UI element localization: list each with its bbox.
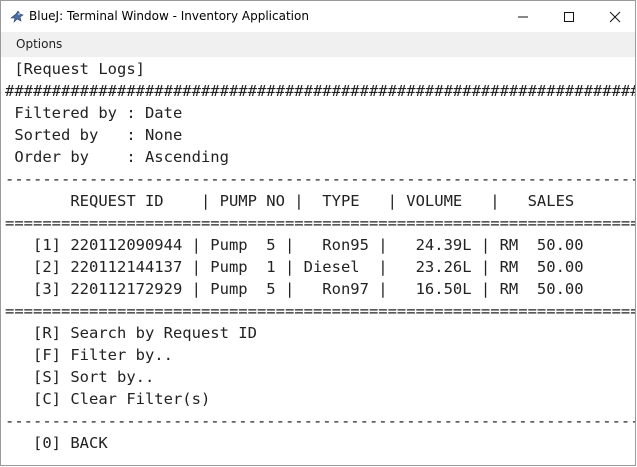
title-bar: BlueJ: Terminal Window - Inventory Appli… [1, 1, 635, 32]
menu-option-sort: [S] Sort by.. [5, 368, 155, 386]
menu-bar: Options [1, 32, 635, 57]
minimize-icon [518, 16, 528, 17]
close-button[interactable] [592, 1, 637, 32]
menu-option-clear: [C] Clear Filter(s) [5, 390, 211, 408]
table-row: [1] 220112090944 | Pump 5 | Ron95 | 24.3… [5, 236, 584, 254]
maximize-icon [564, 11, 574, 22]
window-title: BlueJ: Terminal Window - Inventory Appli… [29, 9, 309, 23]
terminal-window: BlueJ: Terminal Window - Inventory Appli… [0, 0, 636, 466]
request-logs-header: [Request Logs] [5, 60, 145, 78]
equals-separator: ========================================… [5, 302, 635, 320]
hash-separator: ########################################… [5, 82, 635, 100]
order-by-line: Order by : Ascending [5, 148, 229, 166]
menu-option-back: [0] BACK [5, 434, 108, 452]
table-row: [3] 220112172929 | Pump 5 | Ron97 | 16.5… [5, 280, 584, 298]
menu-options[interactable]: Options [16, 37, 62, 51]
dash-separator: ----------------------------------------… [5, 170, 635, 188]
sorted-by-line: Sorted by : None [5, 126, 183, 144]
menu-option-filter: [F] Filter by.. [5, 346, 173, 364]
dash-separator: ----------------------------------------… [5, 412, 635, 430]
menu-option-search: [R] Search by Request ID [5, 324, 257, 342]
filtered-by-line: Filtered by : Date [5, 104, 183, 122]
equals-separator: ========================================… [5, 214, 635, 232]
maximize-button[interactable] [546, 1, 592, 32]
terminal-output[interactable]: [Request Logs] #########################… [5, 58, 635, 464]
bluej-bird-icon [9, 9, 25, 25]
close-icon [609, 11, 621, 22]
minimize-button[interactable] [500, 1, 546, 32]
table-header: REQUEST ID | PUMP NO | TYPE | VOLUME | S… [5, 192, 575, 210]
table-row: [2] 220112144137 | Pump 1 | Diesel | 23.… [5, 258, 584, 276]
